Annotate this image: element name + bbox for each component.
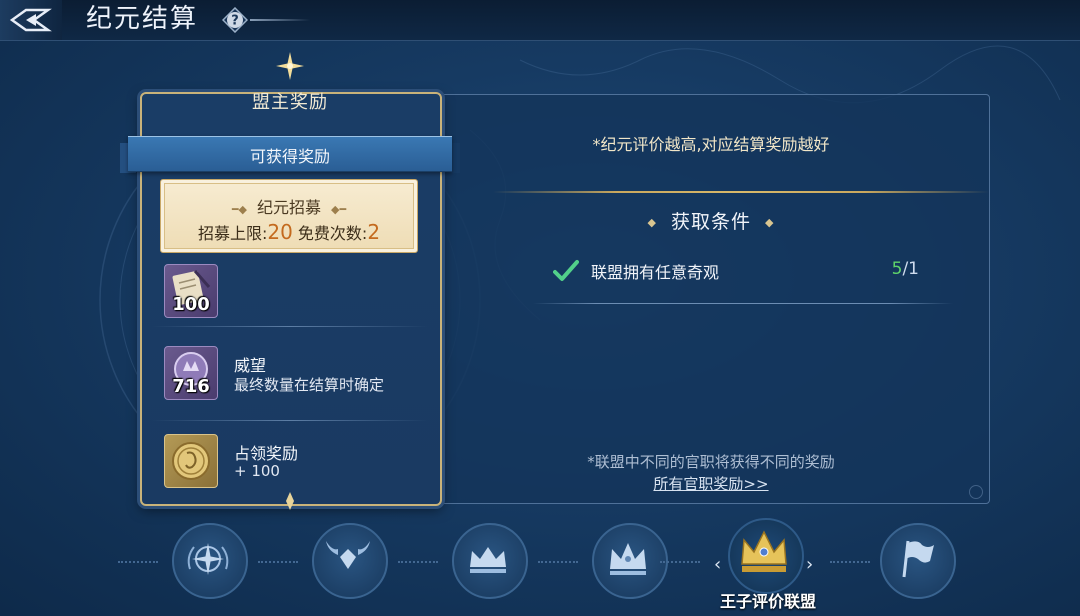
- winged-diamond-icon: [326, 541, 370, 569]
- tab-connector: [398, 561, 438, 565]
- item-name: 占领奖励: [234, 444, 299, 463]
- gold-coin-icon[interactable]: [164, 434, 218, 488]
- evaluation-tip: *纪元评价越高,对应结算奖励越好: [592, 135, 830, 154]
- all-rank-rewards-link[interactable]: 所有官职奖励>>: [433, 473, 989, 494]
- back-arrow-icon: [9, 8, 52, 32]
- item-description: 最终数量在结算时确定: [234, 376, 385, 394]
- checkmark-icon: [553, 260, 579, 281]
- title-underline: [250, 19, 310, 21]
- tab-crown[interactable]: [452, 523, 528, 599]
- scroll-quill-icon[interactable]: 100: [164, 264, 218, 318]
- gold-crown-icon: [741, 530, 787, 572]
- tab-connector: [830, 561, 870, 565]
- jeweled-crown-icon: [610, 543, 646, 575]
- item-count: 100: [172, 294, 210, 315]
- crown-icon: [470, 547, 506, 573]
- tab-connector: [258, 561, 298, 565]
- recruit-limit-value: 20: [267, 220, 293, 244]
- recruit-title: ━◆ 纪元招募 ◆━: [231, 198, 347, 217]
- diamond-ornament-icon: ◆: [647, 216, 657, 229]
- condition-progress: 5/1: [891, 259, 919, 279]
- chevron-right-icon[interactable]: ›: [806, 554, 813, 575]
- corner-ornament-icon: [969, 485, 983, 499]
- reward-item-row: 100: [152, 258, 428, 346]
- card-header-label: 盟主奖励: [252, 92, 328, 113]
- tab-prince-evaluation[interactable]: [728, 518, 804, 594]
- tab-flag[interactable]: [880, 523, 956, 599]
- free-count-value: 2: [367, 220, 381, 244]
- chevron-left-icon[interactable]: ‹: [714, 554, 721, 575]
- active-tab-label: 王子评价联盟: [719, 592, 816, 611]
- available-rewards-banner: 可获得奖励: [120, 136, 460, 173]
- diamond-ornament-icon: ◆: [765, 216, 775, 229]
- tab-compass[interactable]: [172, 523, 248, 599]
- item-description: + 100: [234, 462, 280, 480]
- card-bottom-ornament-icon: [286, 492, 294, 510]
- tab-connector: [118, 561, 158, 565]
- gold-divider: [493, 191, 989, 193]
- help-icon[interactable]: ?: [222, 7, 248, 33]
- item-name: 威望: [234, 356, 267, 375]
- recruit-stats: 招募上限:20 免费次数:2: [197, 220, 381, 244]
- tab-connector: [660, 561, 700, 565]
- condition-text: 联盟拥有任意奇观: [591, 263, 720, 282]
- top-bar: 纪元结算 ?: [0, 0, 1080, 41]
- ornament-icon: ━◆: [231, 203, 247, 216]
- tab-winged-diamond[interactable]: [312, 523, 388, 599]
- condition-panel: *纪元评价越高,对应结算奖励越好 ◆ 获取条件 ◆ 联盟拥有任意奇观 5/1 *联盟…: [432, 94, 990, 504]
- star-ornament-icon: [276, 52, 304, 80]
- ornament-icon: ◆━: [331, 203, 347, 216]
- rank-reward-tip: *联盟中不同的官职将获得不同的奖励: [587, 453, 835, 471]
- item-count: 716: [172, 376, 210, 397]
- page-title: 纪元结算: [86, 4, 199, 34]
- svg-text:?: ?: [231, 14, 239, 29]
- row-divider: [152, 420, 428, 421]
- compass-wreath-icon: [187, 543, 229, 575]
- card-header: 盟主奖励: [152, 80, 428, 124]
- banner-label: 可获得奖励: [249, 147, 330, 166]
- flag-icon: [902, 540, 934, 578]
- reward-item-row: 716 威望 最终数量在结算时确定: [152, 340, 428, 428]
- condition-row: 联盟拥有任意奇观 5/1: [553, 257, 933, 283]
- condition-divider: [533, 303, 953, 304]
- condition-section-title: ◆ 获取条件 ◆: [647, 211, 775, 233]
- back-button[interactable]: [0, 0, 62, 40]
- recruit-ticket: ━◆ 纪元招募 ◆━ 招募上限:20 免费次数:2: [160, 179, 418, 253]
- row-divider: [152, 326, 428, 327]
- prestige-medal-icon[interactable]: 716: [164, 346, 218, 400]
- tab-jeweled-crown[interactable]: [592, 523, 668, 599]
- tab-connector: [538, 561, 578, 565]
